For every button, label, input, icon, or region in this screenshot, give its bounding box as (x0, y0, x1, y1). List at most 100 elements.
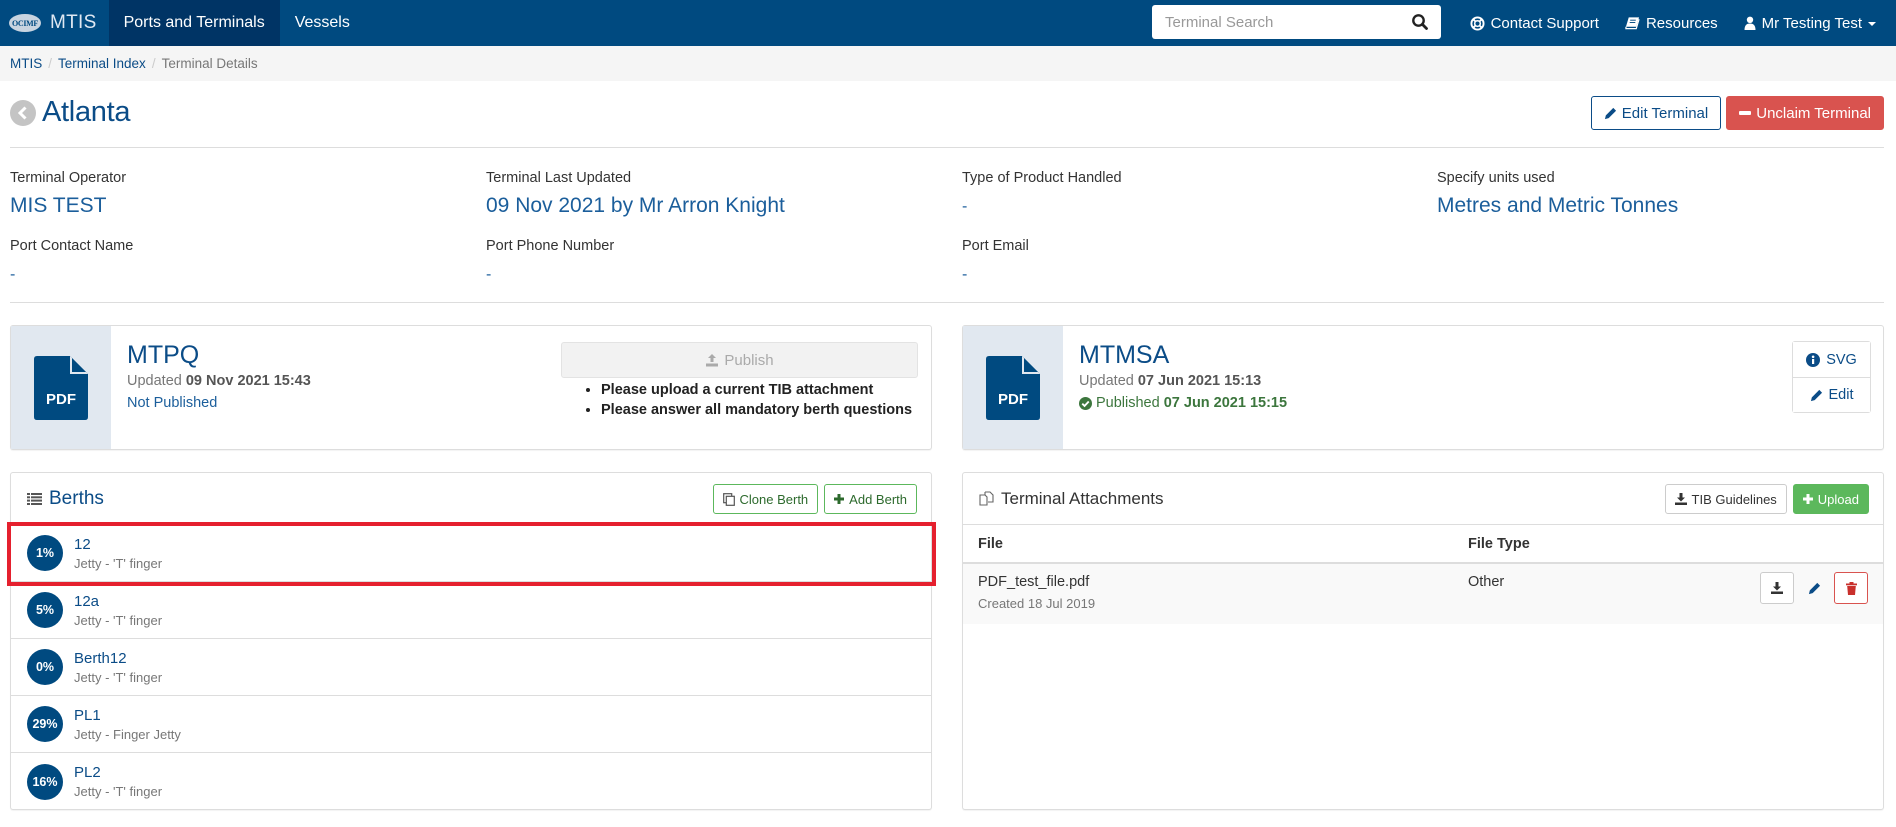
publish-button[interactable]: Publish (561, 342, 918, 378)
edit-terminal-button[interactable]: Edit Terminal (1590, 96, 1722, 130)
back-chevron-icon[interactable] (10, 99, 36, 126)
pdf-file-icon: PDF (986, 355, 1040, 420)
download-icon (1771, 582, 1783, 594)
berth-actions: Clone Berth Add Berth (712, 484, 917, 514)
mtmsa-title: MTMSA (1079, 341, 1170, 369)
trash-icon (1845, 581, 1857, 595)
header-actions: Edit Terminal Unclaim Terminal (1590, 96, 1884, 130)
tib-guidelines-label: TIB Guidelines (1691, 491, 1777, 507)
page-header: Atlanta (10, 96, 130, 129)
berths-title-label: Berths (49, 487, 104, 509)
svg-text:PDF: PDF (46, 391, 76, 408)
pencil-icon (1810, 389, 1822, 401)
add-berth-button[interactable]: Add Berth (824, 484, 917, 514)
pencil-icon (1808, 582, 1820, 594)
top-navbar: OCIMF MTIS Ports and Terminals Vessels C… (0, 0, 1896, 46)
requirement-item: Please upload a current TIB attachment (601, 382, 918, 398)
resources-link[interactable]: Resources (1612, 0, 1731, 46)
divider (10, 147, 1884, 148)
info-type-of-product: Type of Product Handled - (962, 170, 1422, 216)
tib-guidelines-button[interactable]: TIB Guidelines (1664, 484, 1787, 514)
mtpq-card: PDF MTPQ Updated 09 Nov 2021 15:43 Not P… (10, 325, 932, 450)
plus-icon (1802, 494, 1813, 504)
breadcrumb-current: Terminal Details (161, 56, 258, 71)
mtpq-title: MTPQ (127, 341, 200, 369)
breadcrumb-terminal-index[interactable]: Terminal Index (58, 56, 146, 71)
completion-badge: 1% (27, 535, 63, 571)
lifebuoy-icon (1470, 15, 1485, 31)
add-berth-label: Add Berth (849, 491, 907, 507)
berth-item[interactable]: 16% PL2 Jetty - 'T' finger (11, 753, 931, 810)
unclaim-terminal-button[interactable]: Unclaim Terminal (1726, 96, 1884, 130)
nav-right: Contact Support Resources Mr Testing Tes… (1457, 0, 1896, 46)
column-header-actions (1743, 525, 1883, 564)
user-icon (1744, 16, 1756, 30)
caret-down-icon (1868, 22, 1876, 26)
breadcrumb-mtis[interactable]: MTIS (10, 56, 42, 71)
nav-ports-and-terminals[interactable]: Ports and Terminals (108, 0, 280, 46)
pdf-icon-area: PDF (11, 326, 111, 449)
publish-label: Publish (724, 351, 774, 369)
file-cell: PDF_test_file.pdf Created 18 Jul 2019 (963, 563, 1453, 624)
minus-icon (1739, 111, 1752, 115)
mtmsa-updated: Updated 07 Jun 2021 15:13 (1079, 373, 1262, 389)
list-icon (27, 492, 42, 505)
upload-icon (706, 354, 719, 367)
search-icon[interactable] (1411, 13, 1429, 31)
info-port-email: Port Email - (962, 238, 1422, 284)
edit-file-button[interactable] (1800, 572, 1828, 604)
file-name[interactable]: PDF_test_file.pdf (978, 574, 1438, 590)
terminal-search (1152, 5, 1441, 39)
unclaim-terminal-label: Unclaim Terminal (1756, 104, 1871, 122)
mtmsa-actions: SVG Edit (1792, 341, 1871, 413)
contact-support-link[interactable]: Contact Support (1457, 0, 1612, 46)
brand-link[interactable]: OCIMF MTIS (0, 0, 109, 46)
edit-terminal-label: Edit Terminal (1621, 104, 1709, 122)
info-port-contact-name: Port Contact Name - (10, 238, 470, 284)
berth-name[interactable]: PL2 (74, 764, 162, 781)
terminal-search-input[interactable] (1165, 13, 1405, 31)
berth-item[interactable]: 1% 12 Jetty - 'T' finger (11, 525, 931, 582)
info-terminal-operator: Terminal Operator MIS TEST (10, 170, 470, 218)
info-label: Type of Product Handled (962, 170, 1122, 186)
berth-item[interactable]: 0% Berth12 Jetty - 'T' finger (11, 639, 931, 696)
berth-name[interactable]: PL1 (74, 707, 181, 724)
berth-name[interactable]: 12 (74, 536, 162, 553)
berth-name[interactable]: 12a (74, 593, 162, 610)
mtmsa-edit-button[interactable]: Edit (1793, 377, 1870, 412)
info-value: - (10, 266, 16, 283)
upload-button[interactable]: Upload (1792, 484, 1869, 514)
user-menu[interactable]: Mr Testing Test (1731, 0, 1896, 46)
info-label: Port Email (962, 238, 1029, 254)
info-label: Port Phone Number (486, 238, 615, 254)
page-title: Atlanta (42, 96, 131, 128)
clone-berth-label: Clone Berth (739, 491, 809, 507)
publish-area: Publish Please upload a current TIB atta… (561, 342, 918, 422)
requirement-item: Please answer all mandatory berth questi… (601, 402, 918, 418)
mtmsa-card: PDF MTMSA Updated 07 Jun 2021 15:13 Publ… (962, 325, 1884, 450)
berth-item[interactable]: 5% 12a Jetty - 'T' finger (11, 582, 931, 639)
nav-vessels[interactable]: Vessels (280, 0, 365, 46)
info-value: 09 Nov 2021 by Mr Arron Knight (486, 194, 785, 217)
completion-badge: 0% (27, 649, 63, 685)
berth-item[interactable]: 29% PL1 Jetty - Finger Jetty (11, 696, 931, 753)
breadcrumb-separator: / (151, 56, 156, 71)
berth-name[interactable]: Berth12 (74, 650, 162, 667)
mtmsa-published: Published 07 Jun 2021 15:15 (1079, 395, 1287, 411)
clone-berth-button[interactable]: Clone Berth (712, 484, 819, 514)
info-value: Metres and Metric Tonnes (1437, 194, 1679, 217)
attachments-title-label: Terminal Attachments (1001, 488, 1164, 508)
delete-file-button[interactable] (1834, 572, 1868, 604)
check-circle-icon (1079, 396, 1092, 410)
berth-type: Jetty - 'T' finger (74, 612, 163, 628)
info-units-used: Specify units used Metres and Metric Ton… (1437, 170, 1896, 218)
svg-text:PDF: PDF (998, 391, 1028, 408)
berth-type: Jetty - 'T' finger (74, 784, 163, 799)
attachments-panel: Terminal Attachments TIB Guidelines Uplo… (962, 472, 1884, 810)
info-label: Terminal Operator (10, 170, 127, 186)
svg-button[interactable]: SVG (1793, 342, 1870, 377)
info-label: Port Contact Name (10, 238, 134, 254)
mtmsa-info: MTMSA Updated 07 Jun 2021 15:13 Publishe… (1063, 326, 1287, 449)
info-port-phone-number: Port Phone Number - (486, 238, 946, 284)
download-file-button[interactable] (1760, 572, 1794, 604)
